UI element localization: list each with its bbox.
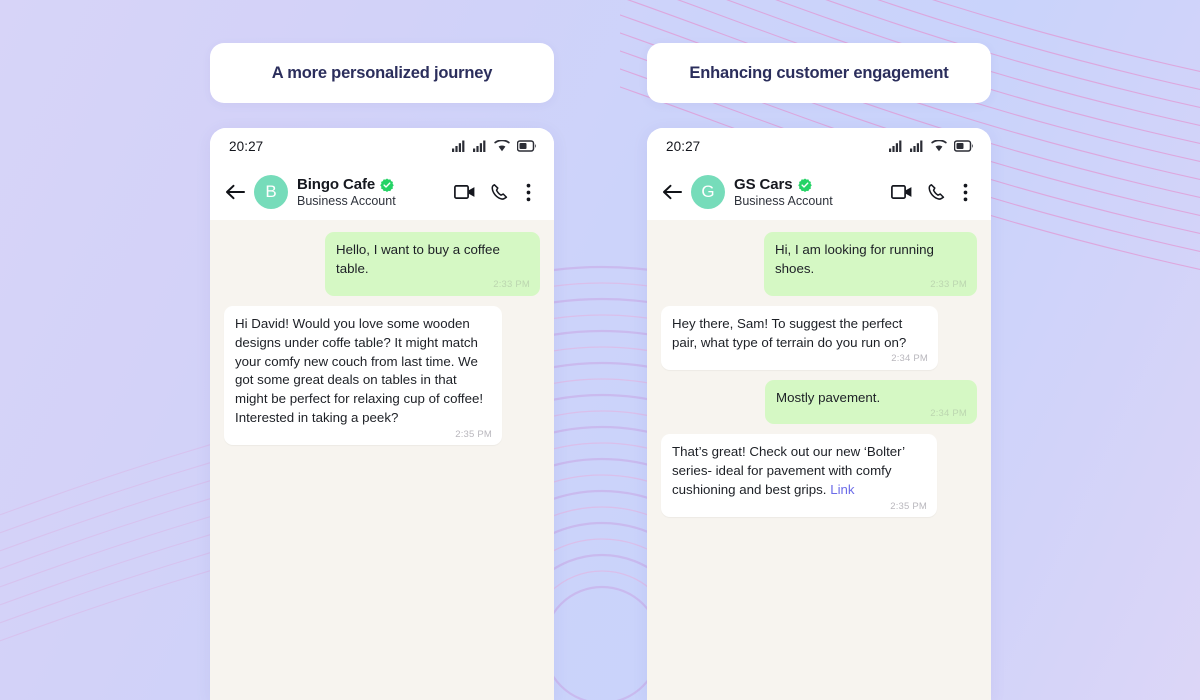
message-timestamp: 2:33 PM bbox=[930, 279, 967, 291]
message-timestamp: 2:34 PM bbox=[891, 353, 928, 365]
more-options-icon[interactable] bbox=[516, 175, 540, 209]
message-timestamp: 2:33 PM bbox=[493, 279, 530, 291]
back-arrow-icon[interactable] bbox=[222, 184, 248, 200]
video-call-icon[interactable] bbox=[885, 175, 919, 209]
contact-subtitle: Business Account bbox=[297, 194, 396, 208]
title-card-left: A more personalized journey bbox=[210, 43, 554, 103]
phone-mockup-right: 20:27 G GS Cars Business Account Hi, I a… bbox=[647, 128, 991, 700]
message-bubble-outgoing[interactable]: Hello, I want to buy a coffee table. 2:3… bbox=[325, 232, 540, 296]
voice-call-icon[interactable] bbox=[919, 175, 953, 209]
status-time: 20:27 bbox=[229, 138, 264, 154]
status-bar: 20:27 bbox=[210, 128, 554, 164]
chat-header: B Bingo Cafe Business Account bbox=[210, 164, 554, 220]
message-row: Hello, I want to buy a coffee table. 2:3… bbox=[224, 232, 540, 296]
chat-message-list[interactable]: Hello, I want to buy a coffee table. 2:3… bbox=[210, 220, 554, 700]
message-link[interactable]: Link bbox=[830, 482, 854, 497]
signal-icon bbox=[889, 140, 902, 152]
message-bubble-incoming[interactable]: Hey there, Sam! To suggest the perfect p… bbox=[661, 305, 938, 370]
wifi-icon bbox=[494, 140, 510, 152]
contact-info[interactable]: GS Cars Business Account bbox=[734, 176, 885, 208]
signal-icon bbox=[910, 140, 923, 152]
status-time: 20:27 bbox=[666, 138, 701, 154]
voice-call-icon[interactable] bbox=[482, 175, 516, 209]
message-text: Hi David! Would you love some wooden des… bbox=[235, 315, 484, 426]
screenshot-root: A more personalized journey Enhancing cu… bbox=[0, 0, 1200, 700]
avatar-letter: G bbox=[701, 182, 715, 201]
contact-name-row: Bingo Cafe bbox=[297, 176, 448, 193]
title-card-right: Enhancing customer engagement bbox=[647, 43, 991, 103]
contact-name-row: GS Cars bbox=[734, 176, 885, 193]
chat-header: G GS Cars Business Account bbox=[647, 164, 991, 220]
header-actions bbox=[885, 175, 977, 209]
message-text: Hi, I am looking for running shoes. bbox=[775, 242, 934, 276]
message-text: Hey there, Sam! To suggest the perfect p… bbox=[672, 315, 907, 350]
contact-subtitle: Business Account bbox=[734, 194, 833, 208]
phone-mockup-left: 20:27 B Bingo Cafe Business Account Hell… bbox=[210, 128, 554, 700]
avatar-letter: B bbox=[265, 182, 277, 201]
title-text-right: Enhancing customer engagement bbox=[689, 63, 949, 82]
back-arrow-icon[interactable] bbox=[659, 184, 685, 200]
message-timestamp: 2:34 PM bbox=[930, 407, 967, 419]
message-row: Hi David! Would you love some wooden des… bbox=[224, 305, 540, 445]
verified-badge-icon bbox=[380, 177, 394, 192]
message-text: Hello, I want to buy a coffee table. bbox=[336, 242, 500, 276]
message-text: Mostly pavement. bbox=[776, 389, 881, 405]
more-options-icon[interactable] bbox=[953, 175, 977, 209]
contact-name: Bingo Cafe bbox=[297, 176, 376, 193]
message-row: That’s great! Check out our new ‘Bolter’… bbox=[661, 434, 977, 517]
contact-info[interactable]: Bingo Cafe Business Account bbox=[297, 176, 448, 208]
message-text: That’s great! Check out our new ‘Bolter’… bbox=[672, 444, 905, 498]
verified-badge-icon bbox=[797, 177, 812, 192]
status-icons-group bbox=[452, 140, 537, 152]
status-bar: 20:27 bbox=[647, 128, 991, 164]
chat-message-list[interactable]: Hi, I am looking for running shoes. 2:33… bbox=[647, 220, 991, 700]
battery-icon bbox=[517, 140, 536, 152]
message-row: Hi, I am looking for running shoes. 2:33… bbox=[661, 232, 977, 296]
video-call-icon[interactable] bbox=[448, 175, 482, 209]
message-bubble-incoming[interactable]: That’s great! Check out our new ‘Bolter’… bbox=[661, 434, 937, 517]
message-bubble-outgoing[interactable]: Mostly pavement. 2:34 PM bbox=[765, 379, 977, 425]
header-actions bbox=[448, 175, 540, 209]
battery-icon bbox=[954, 140, 973, 152]
message-bubble-outgoing[interactable]: Hi, I am looking for running shoes. 2:33… bbox=[764, 232, 977, 296]
wifi-icon bbox=[931, 140, 947, 152]
avatar[interactable]: B bbox=[254, 175, 288, 209]
message-bubble-incoming[interactable]: Hi David! Would you love some wooden des… bbox=[224, 305, 502, 445]
avatar[interactable]: G bbox=[691, 175, 725, 209]
message-timestamp: 2:35 PM bbox=[890, 500, 927, 512]
signal-icon bbox=[452, 140, 465, 152]
message-row: Hey there, Sam! To suggest the perfect p… bbox=[661, 305, 977, 370]
message-row: Mostly pavement. 2:34 PM bbox=[661, 379, 977, 425]
message-timestamp: 2:35 PM bbox=[455, 428, 492, 440]
signal-icon bbox=[473, 140, 486, 152]
title-text-left: A more personalized journey bbox=[271, 63, 493, 82]
contact-name: GS Cars bbox=[734, 176, 793, 193]
status-icons-group bbox=[889, 140, 974, 152]
